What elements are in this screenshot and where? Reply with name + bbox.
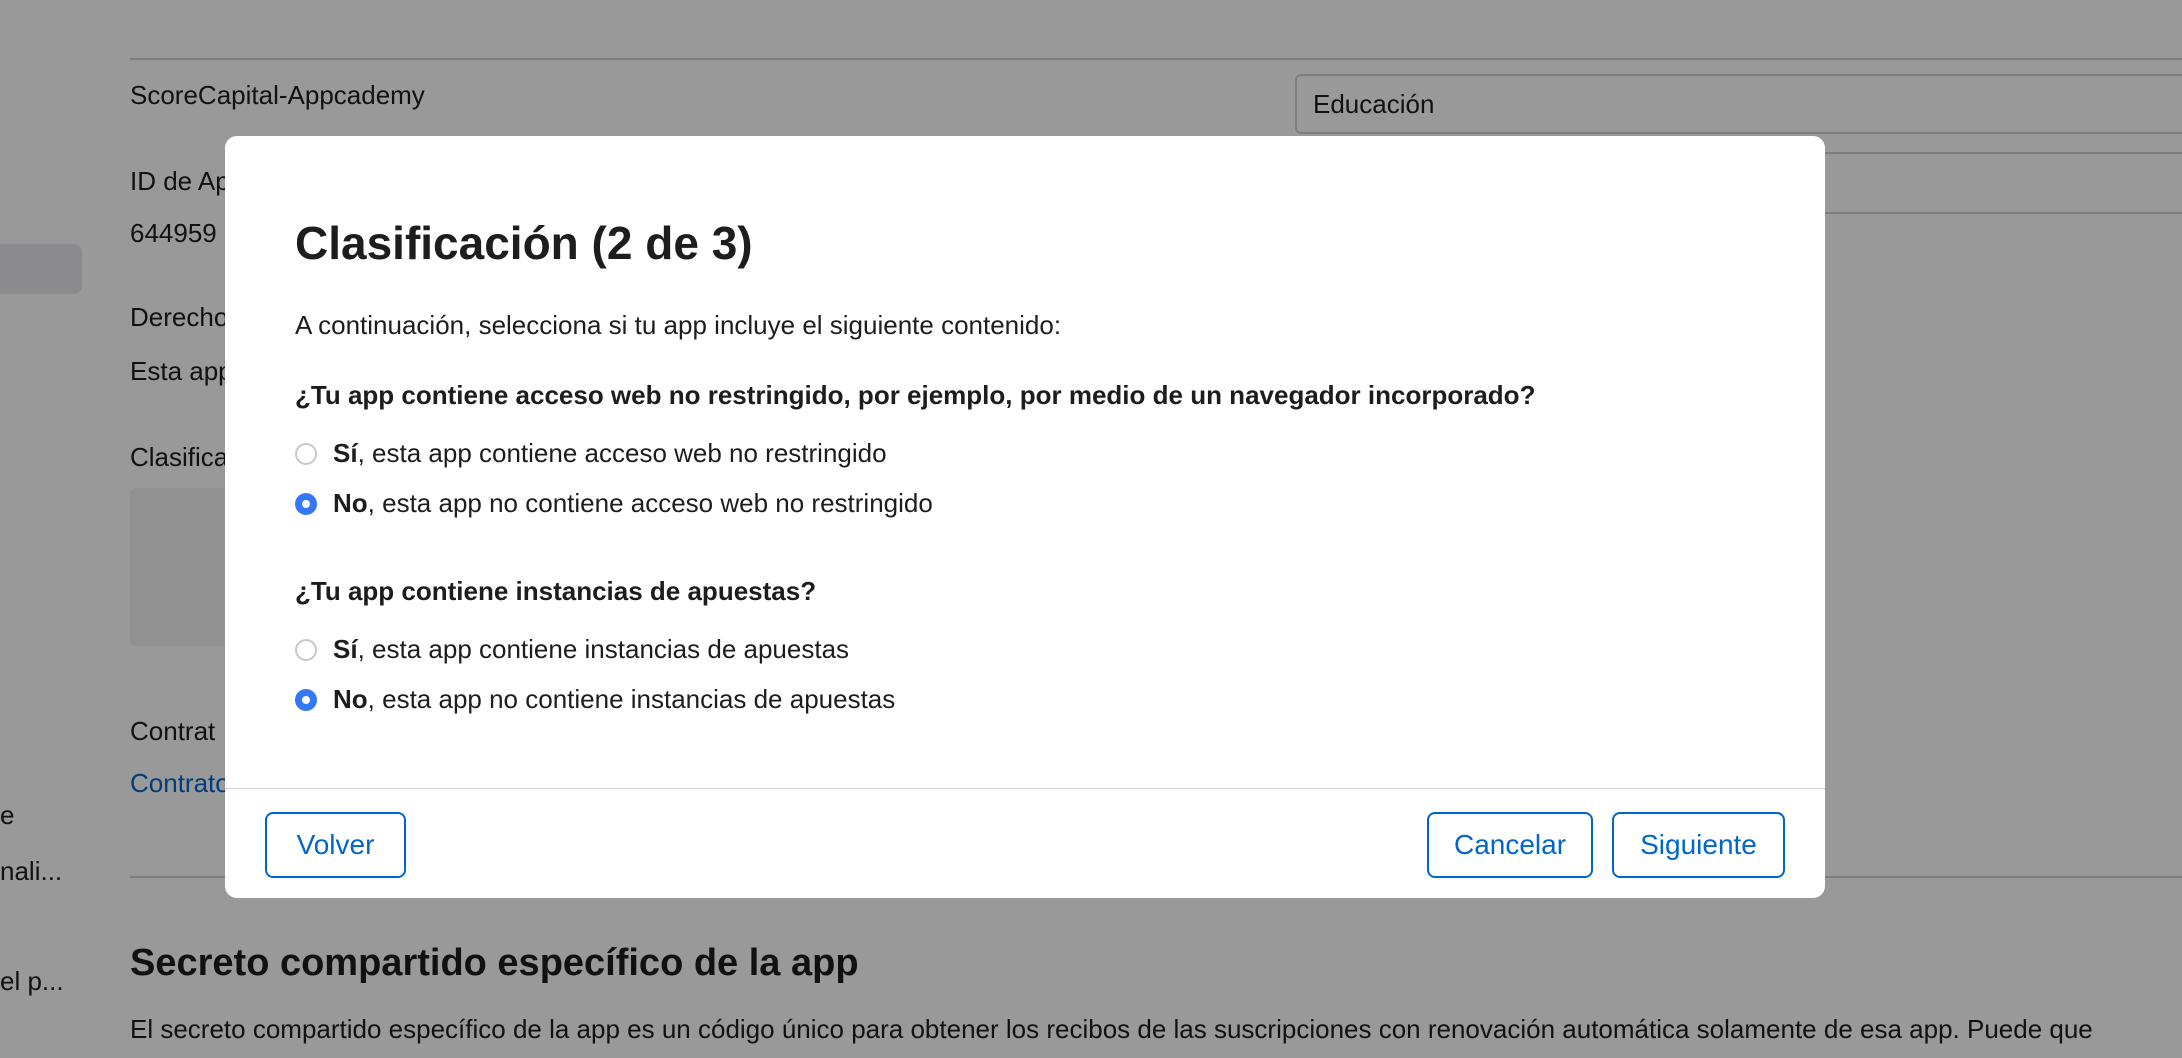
- option-text: , esta app no contiene acceso web no res…: [367, 488, 933, 518]
- dialog-footer-divider: [225, 788, 1825, 789]
- back-button[interactable]: Volver: [265, 812, 406, 878]
- option-strong: No: [333, 488, 368, 518]
- radio-button[interactable]: [295, 638, 317, 661]
- option-text: , esta app no contiene instancias de apu…: [367, 684, 896, 714]
- dialog-title: Clasificación (2 de 3): [295, 217, 753, 269]
- option-strong: Sí: [333, 438, 358, 468]
- radio-button-selected[interactable]: [295, 492, 317, 515]
- option-web-access-yes[interactable]: Sí, esta app contiene acceso web no rest…: [295, 438, 887, 469]
- option-strong: Sí: [333, 634, 358, 664]
- radio-button-selected[interactable]: [295, 688, 317, 711]
- question-web-access: ¿Tu app contiene acceso web no restringi…: [295, 380, 1536, 410]
- option-strong: No: [333, 684, 368, 714]
- question-gambling: ¿Tu app contiene instancias de apuestas?: [295, 576, 817, 606]
- next-button[interactable]: Siguiente: [1612, 812, 1785, 878]
- cancel-button[interactable]: Cancelar: [1427, 812, 1593, 878]
- option-gambling-no[interactable]: No, esta app no contiene instancias de a…: [295, 684, 895, 715]
- option-gambling-yes[interactable]: Sí, esta app contiene instancias de apue…: [295, 634, 849, 665]
- radio-button[interactable]: [295, 442, 317, 465]
- rating-dialog: Clasificación (2 de 3) A continuación, s…: [225, 136, 1825, 898]
- option-text: , esta app contiene instancias de apuest…: [357, 634, 850, 664]
- option-web-access-no[interactable]: No, esta app no contiene acceso web no r…: [295, 488, 933, 519]
- option-text: , esta app contiene acceso web no restri…: [357, 438, 887, 468]
- dialog-intro: A continuación, selecciona si tu app inc…: [295, 310, 1062, 340]
